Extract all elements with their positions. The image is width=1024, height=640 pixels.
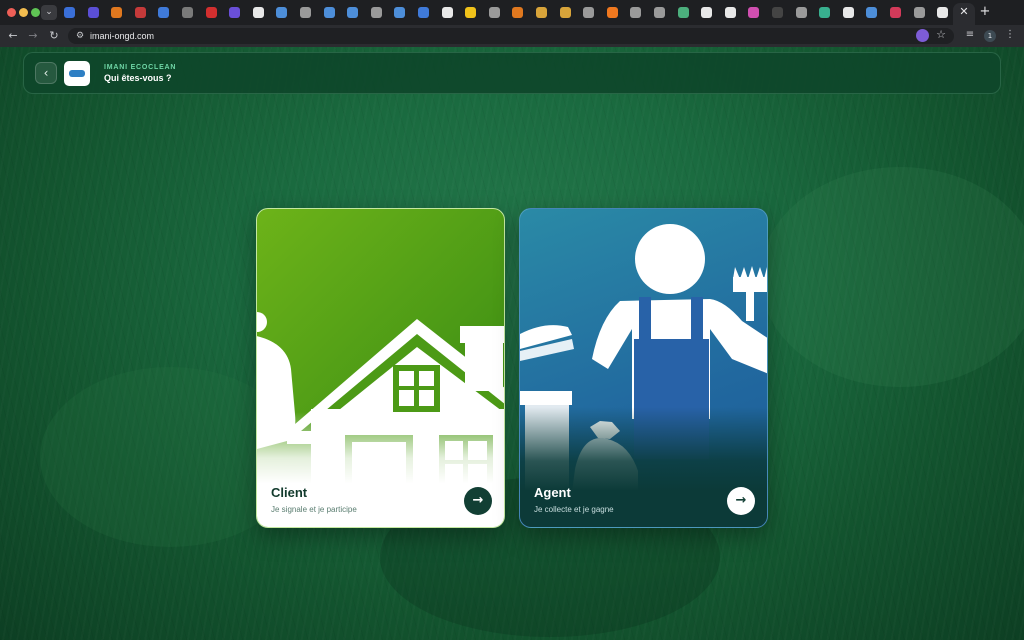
tab-favicon-icon[interactable] (111, 7, 123, 18)
extension-icon[interactable] (916, 29, 929, 42)
site-info-icon[interactable]: ⚙ (74, 30, 86, 42)
close-icon[interactable]: ✕ (958, 5, 970, 19)
tab-favicon-icon[interactable] (370, 7, 382, 18)
tab-favicon-icon[interactable] (606, 7, 618, 18)
tab-favicon-icon[interactable] (795, 7, 807, 18)
tab-favicon-icon[interactable] (87, 7, 99, 18)
logo-mark (69, 70, 85, 77)
window-zoom-dot[interactable] (31, 8, 40, 17)
address-bar[interactable] (68, 28, 954, 44)
tab-favicon-icon[interactable] (276, 7, 288, 18)
card-subtitle: Je collecte et je gagne (534, 505, 614, 514)
page-background (0, 47, 1024, 640)
tab-favicon-icon[interactable] (630, 7, 642, 18)
background-texture (760, 167, 1024, 387)
tab-favicon-icon[interactable] (559, 7, 571, 18)
client-card[interactable]: Client Je signale et je participe → (256, 208, 505, 528)
tab-favicon-icon[interactable] (866, 7, 878, 18)
tab-favicon-icon[interactable] (323, 7, 335, 18)
tab-favicon-icon[interactable] (724, 7, 736, 18)
tab-favicon-icon[interactable] (913, 7, 925, 18)
tab-favicon-icon[interactable] (512, 7, 524, 18)
arrow-left-icon[interactable]: ← (6, 29, 20, 43)
card-title: Agent (534, 485, 571, 500)
tab-favicon-icon[interactable] (819, 7, 831, 18)
window-close-dot[interactable] (7, 8, 16, 17)
tab-favicon-icon[interactable] (488, 7, 500, 18)
tab-search-icon[interactable]: ≡ (963, 28, 977, 42)
url-text[interactable]: imani-ongd.com (90, 30, 154, 42)
tab-favicon-icon[interactable] (748, 7, 760, 18)
tab-favicon-icon[interactable] (441, 7, 453, 18)
chevron-down-icon[interactable]: ⌄ (41, 5, 57, 20)
tab-favicon-icon[interactable] (465, 7, 477, 18)
agent-arrow-button[interactable]: → (727, 487, 755, 515)
tab-favicon-icon[interactable] (394, 7, 406, 18)
brand-name: IMANI ECOCLEAN (104, 64, 177, 71)
back-button[interactable]: ‹ (35, 62, 57, 84)
card-subtitle: Je signale et je participe (271, 505, 357, 514)
tab-favicon-icon[interactable] (677, 7, 689, 18)
tab-favicon-icon[interactable] (583, 7, 595, 18)
arrow-right-icon[interactable]: → (26, 29, 40, 43)
tab-favicon-icon[interactable] (347, 7, 359, 18)
reload-icon[interactable]: ↻ (47, 29, 61, 43)
tab-favicon-icon[interactable] (300, 7, 311, 18)
tab-favicon-icon[interactable] (418, 7, 429, 18)
tab-favicon-icon[interactable] (937, 7, 949, 18)
tab-favicon-icon[interactable] (229, 7, 241, 18)
card-title: Client (271, 485, 308, 500)
tab-favicon-icon[interactable] (536, 7, 547, 18)
client-arrow-button[interactable]: → (464, 487, 492, 515)
tab-favicon-icon[interactable] (64, 7, 75, 18)
browser-tab-strip: ⌄ ✕ + (0, 0, 1024, 25)
more-vertical-icon[interactable]: ⋮ (1003, 28, 1017, 42)
tab-favicon-icon[interactable] (205, 7, 217, 18)
tab-favicon-icon[interactable] (252, 7, 264, 18)
page-title: Qui êtes-vous ? (104, 73, 172, 83)
star-icon[interactable]: ☆ (934, 28, 948, 42)
plus-icon[interactable]: + (978, 5, 992, 19)
avatar[interactable]: 1 (984, 30, 996, 42)
tab-favicon-icon[interactable] (654, 7, 665, 18)
tab-favicon-icon[interactable] (182, 7, 193, 18)
tab-favicon-icon[interactable] (890, 7, 901, 18)
tab-favicon-icon[interactable] (842, 7, 854, 18)
window-minimize-dot[interactable] (19, 8, 28, 17)
tab-favicon-icon[interactable] (134, 7, 146, 18)
agent-card[interactable]: Agent Je collecte et je gagne → (519, 208, 768, 528)
tab-favicon-icon[interactable] (158, 7, 170, 18)
tab-favicon-icon[interactable] (772, 7, 783, 18)
tab-favicon-icon[interactable] (701, 7, 713, 18)
